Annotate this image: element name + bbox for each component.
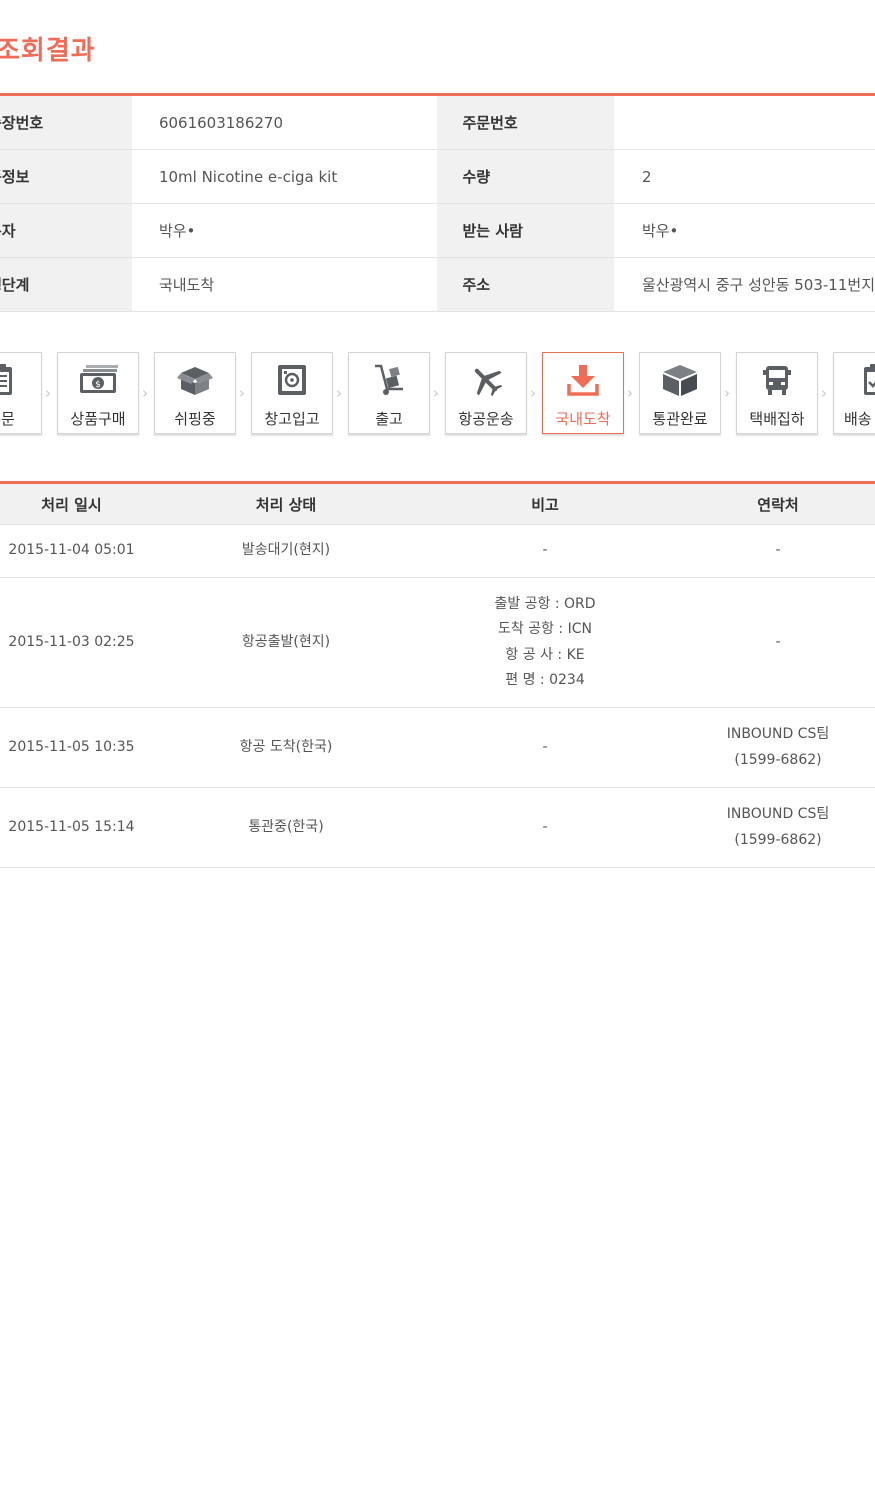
- contact-line: (1599-6862): [734, 751, 822, 768]
- order-number-value: [613, 94, 875, 150]
- note-line: 도착 공항 : ICN: [498, 621, 592, 637]
- contact-line: INBOUND CS팀: [726, 806, 830, 822]
- table-header-row: 처리 일시 처리 상태 비고 연락처: [0, 482, 875, 525]
- info-row: 송장번호 6061603186270 주문번호: [0, 94, 875, 150]
- shipping-progress-steps: 주문 › $ 상품구매 › 쉬핑중 › 창고입고 › 출고 › 항공운송 ›: [0, 352, 875, 436]
- history-date: 2015-11-04 05:01: [0, 524, 163, 578]
- step-release: 출고: [348, 352, 430, 434]
- contact-line: (1599-6862): [734, 831, 822, 848]
- history-contact: -: [681, 524, 875, 578]
- chevron-right-icon: ›: [336, 384, 342, 402]
- info-label: 주문번호: [436, 94, 614, 150]
- note-line: 편 명 : 0234: [505, 672, 585, 688]
- note-line: 출발 공항 : ORD: [494, 595, 596, 612]
- step-label: 출고: [375, 410, 403, 428]
- box-open-icon: [155, 363, 235, 397]
- column-header-status: 처리 상태: [163, 482, 409, 525]
- progress-stage-value: 국내도착: [131, 257, 437, 312]
- table-row: 2015-11-03 02:25 항공출발(현지) 출발 공항 : ORD 도착…: [0, 577, 875, 708]
- column-header-date: 처리 일시: [0, 482, 163, 525]
- step-air-transport: 항공운송: [445, 352, 527, 434]
- chevron-right-icon: ›: [142, 384, 148, 402]
- step-label: 국내도착: [555, 410, 611, 428]
- shipment-info-table: 송장번호 6061603186270 주문번호 품정보 10ml Nicotin…: [0, 93, 875, 312]
- step-label: 항공운송: [458, 410, 514, 428]
- info-label: 받는 사람: [436, 203, 614, 258]
- step-domestic-arrival: 국내도착: [542, 352, 624, 434]
- column-header-note: 비고: [409, 482, 681, 525]
- clipboard-icon: [0, 363, 41, 397]
- step-label: 쉬핑중: [174, 410, 216, 428]
- step-label: 배송: [844, 410, 872, 428]
- history-date: 2015-11-05 10:35: [0, 707, 163, 788]
- info-label: 품정보: [0, 149, 132, 204]
- package-icon: [640, 363, 720, 397]
- history-note: -: [409, 524, 681, 578]
- info-label: 수량: [436, 149, 614, 204]
- step-customs-cleared: 통관완료: [639, 352, 721, 434]
- page-title: 조회결과: [0, 36, 96, 66]
- download-arrow-icon: [543, 363, 623, 397]
- history-contact: -: [681, 577, 875, 708]
- quantity-value: 2: [613, 149, 875, 204]
- info-row: 문자 박우• 받는 사람 박우•: [0, 203, 875, 258]
- chevron-right-icon: ›: [239, 384, 245, 402]
- history-date: 2015-11-05 15:14: [0, 787, 163, 868]
- step-label: 택배집하: [749, 410, 805, 428]
- step-delivery: 배송: [833, 352, 875, 434]
- history-status: 항공출발(현지): [163, 577, 409, 708]
- recipient-value: 박우•: [613, 203, 875, 258]
- info-row: 품정보 10ml Nicotine e-ciga kit 수량 2: [0, 149, 875, 204]
- hand-truck-icon: [349, 363, 429, 397]
- chevron-right-icon: ›: [627, 384, 633, 402]
- history-note: -: [409, 707, 681, 788]
- step-label: 상품구매: [70, 410, 126, 428]
- step-label: 주문: [0, 410, 15, 428]
- step-warehouse: 창고입고: [251, 352, 333, 434]
- step-courier-pickup: 택배집하: [736, 352, 818, 434]
- table-row: 2015-11-04 05:01 발송대기(현지) - -: [0, 524, 875, 578]
- truck-icon: [737, 363, 817, 397]
- history-note: -: [409, 787, 681, 868]
- history-contact: INBOUND CS팀 (1599-6862): [681, 707, 875, 788]
- history-note: 출발 공항 : ORD 도착 공항 : ICN 항 공 사 : KE 편 명 :…: [409, 577, 681, 708]
- step-purchase: $ 상품구매: [57, 352, 139, 434]
- money-icon: $: [58, 363, 138, 397]
- chevron-right-icon: ›: [433, 384, 439, 402]
- note-line: 항 공 사 : KE: [505, 646, 585, 663]
- table-row: 2015-11-05 15:14 통관중(한국) - INBOUND CS팀 (…: [0, 787, 875, 868]
- chevron-right-icon: ›: [724, 384, 730, 402]
- info-label: 주소: [436, 257, 614, 312]
- product-info-value: 10ml Nicotine e-ciga kit: [131, 149, 437, 204]
- table-row: 2015-11-05 10:35 항공 도착(한국) - INBOUND CS팀…: [0, 707, 875, 788]
- column-header-contact: 연락처: [681, 482, 875, 525]
- contact-line: INBOUND CS팀: [726, 726, 830, 742]
- tracking-number-value: 6061603186270: [131, 94, 437, 150]
- history-date: 2015-11-03 02:25: [0, 577, 163, 708]
- history-status: 발송대기(현지): [163, 524, 409, 578]
- airplane-icon: [446, 363, 526, 397]
- history-contact: INBOUND CS팀 (1599-6862): [681, 787, 875, 868]
- info-label: 행단계: [0, 257, 132, 312]
- chevron-right-icon: ›: [530, 384, 536, 402]
- orderer-value: 박우•: [131, 203, 437, 258]
- tracking-history-table: 처리 일시 처리 상태 비고 연락처 2015-11-04 05:01 발송대기…: [0, 481, 875, 868]
- chevron-right-icon: ›: [821, 384, 827, 402]
- safe-icon: [252, 363, 332, 397]
- info-label: 송장번호: [0, 94, 132, 150]
- step-label: 통관완료: [652, 410, 708, 428]
- step-label: 창고입고: [264, 410, 320, 428]
- step-order: 주문: [0, 352, 42, 434]
- history-status: 통관중(한국): [163, 787, 409, 868]
- step-shipping: 쉬핑중: [154, 352, 236, 434]
- info-row: 행단계 국내도착 주소 울산광역시 중구 성안동 503-11번지: [0, 257, 875, 312]
- history-status: 항공 도착(한국): [163, 707, 409, 788]
- clipboard-check-icon: [834, 363, 875, 397]
- address-value: 울산광역시 중구 성안동 503-11번지: [613, 257, 875, 312]
- chevron-right-icon: ›: [45, 384, 51, 402]
- svg-text:$: $: [95, 380, 101, 390]
- info-label: 문자: [0, 203, 132, 258]
